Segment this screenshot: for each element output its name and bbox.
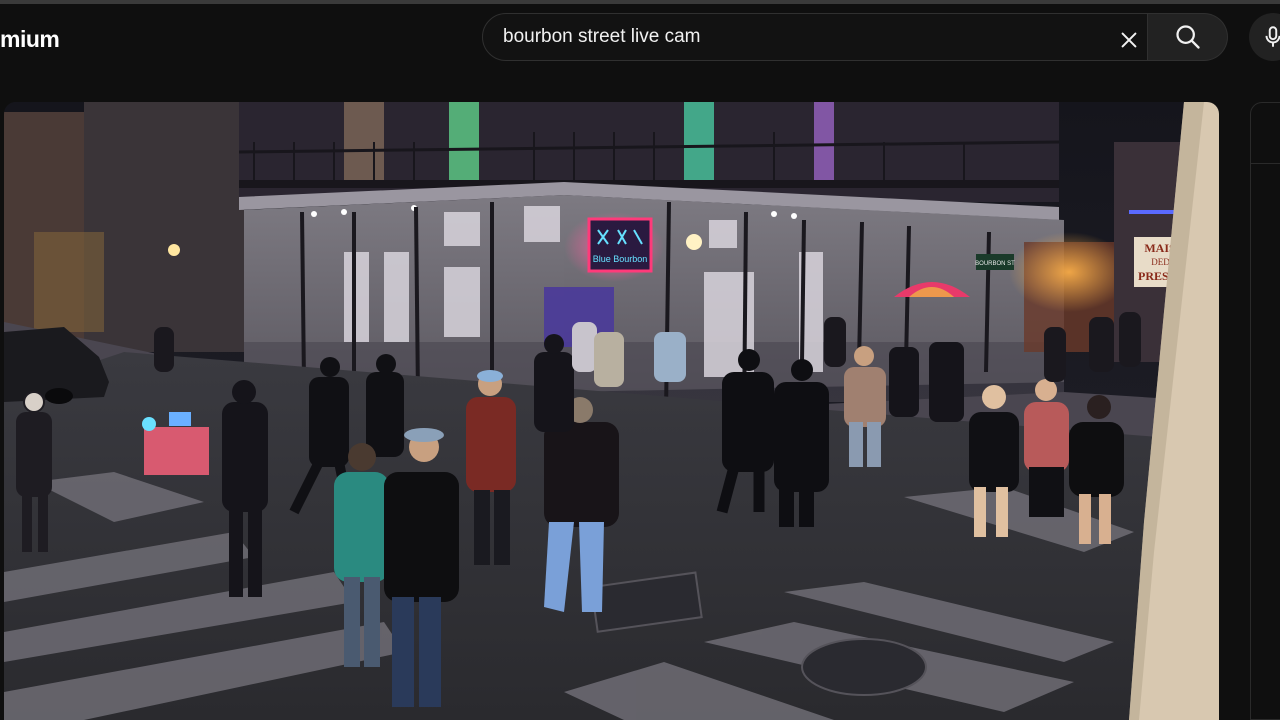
search-box[interactable]: [482, 13, 1148, 61]
search-icon: [1175, 25, 1200, 49]
street-lamp: [686, 234, 702, 250]
close-icon: [1121, 32, 1137, 48]
search-input[interactable]: [503, 14, 1103, 60]
video-player[interactable]: Blue Bourbon MAISON DEDICIS PRESENTS BOU…: [4, 102, 1219, 720]
neon-sign-text: Blue Bourbon: [593, 254, 648, 264]
vendor-table: [144, 427, 209, 475]
manhole-cover: [801, 638, 927, 696]
logo-text[interactable]: mium: [0, 26, 60, 53]
video-frame: Blue Bourbon MAISON DEDICIS PRESENTS BOU…: [4, 102, 1219, 720]
search-button[interactable]: [1148, 13, 1228, 61]
side-panel-divider: [1251, 163, 1280, 164]
svg-text:BOURBON ST: BOURBON ST: [975, 261, 1015, 267]
clear-search-button[interactable]: [1110, 21, 1148, 59]
side-panel: [1250, 102, 1280, 720]
masthead: mium: [0, 4, 1280, 72]
voice-search-button[interactable]: [1249, 13, 1280, 61]
microphone-icon: [1265, 26, 1280, 47]
brick-building: [84, 102, 244, 352]
